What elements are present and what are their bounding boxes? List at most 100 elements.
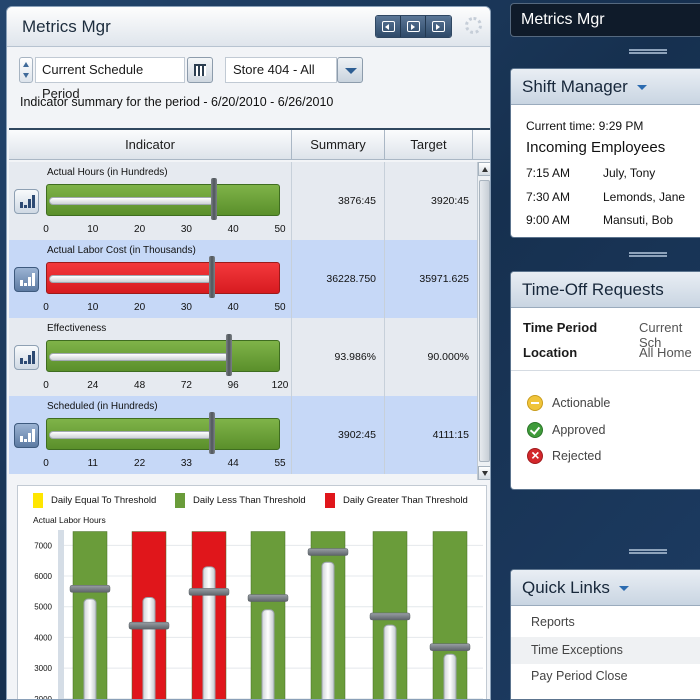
bar-chart-icon[interactable] [14, 267, 39, 292]
threshold-handle[interactable] [226, 334, 232, 376]
table-row[interactable]: Scheduled (in Hundreds) 0 11 22 33 44 55 3902:4… [9, 396, 477, 474]
quick-link-pay-period-close[interactable]: Pay Period Close [511, 663, 700, 690]
bar-chart-icon[interactable] [14, 189, 39, 214]
time-off-header[interactable]: Time-Off Requests [511, 272, 700, 308]
table-scrollbar[interactable] [477, 162, 490, 480]
chevron-down-icon[interactable] [618, 586, 629, 592]
tick-label: 30 [180, 302, 192, 313]
indicator-cell: Actual Hours (in Hundreds) 0 10 20 30 40 50 [9, 162, 292, 240]
legend-label-less: Daily Less Than Threshold [193, 495, 306, 506]
tick-label: 48 [134, 380, 146, 391]
tick-label: 55 [274, 458, 286, 469]
indicator-label: Actual Hours (in Hundreds) [47, 167, 168, 178]
threshold-handle[interactable] [211, 178, 217, 220]
y-tick-label: 3000 [34, 664, 52, 673]
metrics-panel: Metrics Mgr Current Schedule Period Stor… [6, 6, 491, 700]
summary-cell: 3876:45 [292, 162, 385, 240]
location-label: Location [523, 345, 578, 360]
incoming-employees-heading: Incoming Employees [526, 139, 666, 156]
column-header-indicator[interactable]: Indicator [9, 130, 292, 159]
tick-label: 72 [180, 380, 192, 391]
grip-handle-3[interactable] [629, 549, 667, 554]
y-axis-strip [58, 530, 64, 699]
tick-label: 22 [134, 458, 146, 469]
right-title: Metrics Mgr [510, 3, 700, 37]
threshold-marker [128, 621, 170, 630]
scroll-up-button[interactable] [478, 162, 490, 176]
y-tick-label: 6000 [34, 572, 52, 581]
scroll-thumb[interactable] [479, 180, 490, 462]
tick-label: 120 [271, 380, 289, 391]
shift-manager-header[interactable]: Shift Manager [511, 69, 700, 105]
status-rejected[interactable]: Rejected [527, 447, 601, 464]
metrics-header: Metrics Mgr [7, 7, 490, 47]
y-tick-label: 5000 [34, 603, 52, 612]
status-approved[interactable]: Approved [527, 422, 606, 438]
tick-label: 40 [227, 302, 239, 313]
threshold-handle[interactable] [209, 412, 215, 454]
employee-name[interactable]: July, Tony [603, 166, 655, 180]
calendar-icon[interactable] [187, 57, 213, 83]
time-off-card: Time-Off Requests Time Period Current Sc… [510, 271, 700, 490]
threshold-marker [188, 588, 230, 596]
table-row[interactable]: Effectiveness 0 24 48 72 96 120 93.986% 90.000% [9, 318, 477, 396]
indicator-cell: Effectiveness 0 24 48 72 96 120 [9, 318, 292, 396]
expand-button[interactable] [401, 16, 426, 37]
threshold-handle[interactable] [209, 256, 215, 298]
actual-bar [321, 561, 335, 699]
tick-label: 20 [134, 302, 146, 313]
bar-chart-icon[interactable] [14, 345, 39, 370]
store-dropdown-button[interactable] [337, 57, 363, 83]
tick-label: 20 [134, 224, 146, 235]
indicator-track [49, 431, 212, 439]
labor-hours-chart: Daily Equal To Threshold Daily Less Than… [17, 485, 487, 699]
divider [511, 370, 700, 371]
scroll-down-button[interactable] [478, 466, 490, 480]
table-row[interactable]: Actual Hours (in Hundreds) 0 10 20 30 40 50 387… [9, 162, 477, 240]
status-label: Approved [552, 423, 606, 437]
table-row[interactable]: Actual Labor Cost (in Thousands) 0 10 20 30 4… [9, 240, 477, 318]
store-select[interactable]: Store 404 - All [225, 57, 337, 83]
target-cell: 35971.625 [419, 273, 469, 285]
arrow-left-icon [381, 21, 395, 32]
grip-handle-2[interactable] [629, 252, 667, 257]
bar-chart-icon[interactable] [14, 423, 39, 448]
target-cell: 90.000% [427, 351, 469, 363]
legend-equal: Daily Equal To Threshold [33, 493, 156, 508]
indicator-track [49, 197, 214, 205]
actual-bar [202, 566, 216, 699]
indicator-label: Scheduled (in Hundreds) [47, 401, 158, 412]
employee-name[interactable]: Mansuti, Bob [603, 213, 673, 227]
column-header-target[interactable]: Target [385, 130, 473, 159]
threshold-marker [247, 594, 289, 602]
quick-link-reports[interactable]: Reports [511, 609, 700, 636]
summary-cell: 36228.750 [292, 240, 385, 318]
actual-bar [83, 598, 97, 699]
actual-bar [261, 609, 275, 699]
grip-handle-1[interactable] [629, 49, 667, 54]
period-spinner[interactable] [19, 57, 33, 83]
period-field[interactable]: Current Schedule Period [35, 57, 185, 101]
chart-plot: 7000 6000 5000 4000 3000 2000 [34, 530, 483, 699]
collapse-right-button[interactable] [426, 16, 451, 37]
quick-link-time-exceptions[interactable]: Time Exceptions [511, 637, 700, 664]
legend-greater: Daily Greater Than Threshold [325, 493, 468, 508]
column-header-summary[interactable]: Summary [292, 130, 385, 159]
gear-icon[interactable] [465, 17, 482, 34]
filter-row: Current Schedule Period Store 404 - All [19, 57, 489, 101]
tick-label: 30 [180, 224, 192, 235]
legend-swatch-less [175, 493, 185, 508]
indicator-label: Effectiveness [47, 323, 107, 334]
collapse-left-button[interactable] [376, 16, 401, 37]
status-label: Actionable [552, 396, 611, 410]
tick-label: 50 [274, 224, 286, 235]
actual-bar [383, 624, 397, 699]
employee-name[interactable]: Lemonds, Jane [603, 190, 685, 204]
tick-label: 44 [227, 458, 239, 469]
status-actionable[interactable]: Actionable [527, 395, 610, 411]
quick-links-header[interactable]: Quick Links [511, 570, 700, 606]
threshold-marker [69, 585, 111, 593]
location-value[interactable]: All Home [639, 345, 692, 360]
threshold-marker [369, 612, 411, 621]
chevron-down-icon[interactable] [636, 85, 647, 91]
